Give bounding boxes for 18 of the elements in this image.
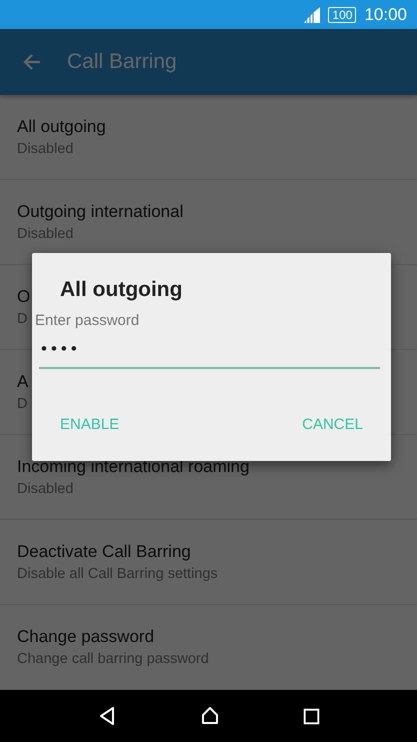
recents-icon[interactable] bbox=[303, 708, 320, 724]
setting-title: O bbox=[17, 287, 30, 307]
setting-title: Incoming international roaming bbox=[17, 457, 250, 477]
dialog-title: All outgoing bbox=[60, 278, 182, 302]
screen-title: Call Barring bbox=[67, 50, 177, 74]
dialog-button[interactable]: CANCEL bbox=[294, 412, 371, 437]
setting-title: A bbox=[17, 372, 28, 392]
battery-icon: 100 bbox=[328, 6, 356, 22]
setting-title: Change password bbox=[17, 627, 154, 647]
clock: 10:00 bbox=[364, 4, 407, 24]
field-label: Enter password bbox=[35, 312, 140, 329]
home-icon[interactable] bbox=[200, 706, 220, 726]
password-field[interactable]: •••• bbox=[39, 335, 380, 369]
setting-title: Deactivate Call Barring bbox=[17, 542, 191, 562]
setting-title: All outgoing bbox=[17, 117, 106, 137]
signal-icon bbox=[303, 6, 320, 23]
setting-title: Outgoing international bbox=[17, 202, 184, 222]
dialog-button[interactable]: ENABLE bbox=[52, 412, 128, 437]
